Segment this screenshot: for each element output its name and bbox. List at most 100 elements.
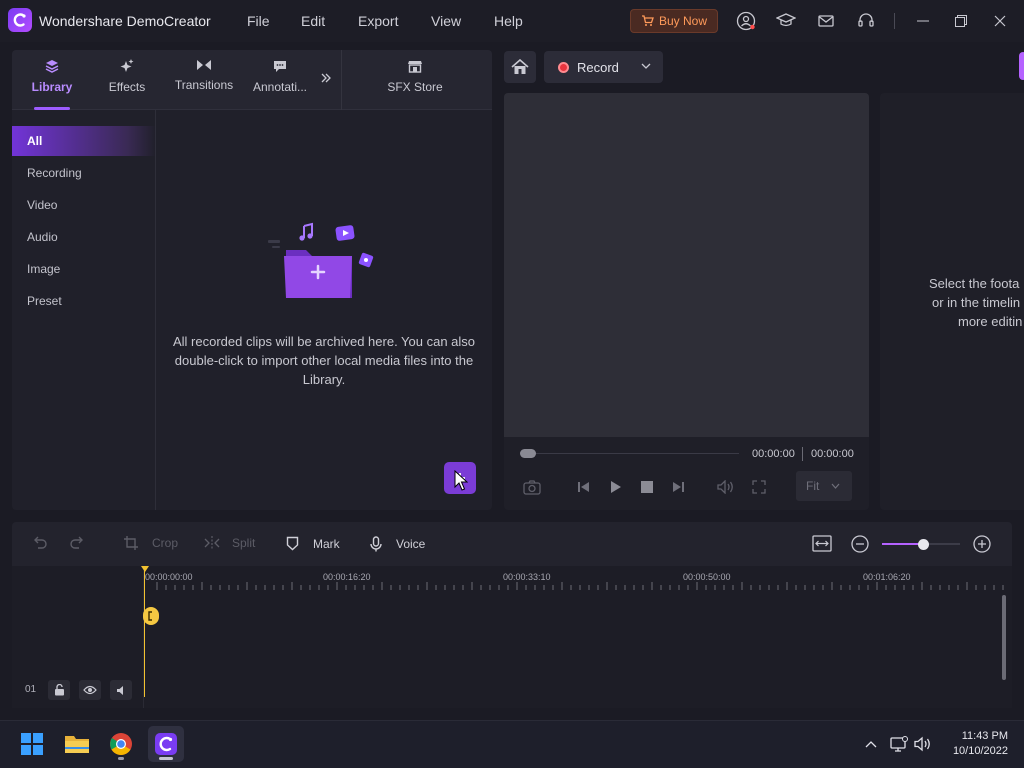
empty-library-message: All recorded clips will be archived here… (172, 334, 476, 387)
voice-label: Voice (396, 537, 426, 551)
zoom-out-icon[interactable] (851, 535, 869, 553)
store-icon (407, 58, 423, 74)
mark-label: Mark (313, 536, 340, 551)
stop-icon[interactable] (637, 478, 657, 496)
fullscreen-icon[interactable] (749, 478, 769, 496)
tab-annotations[interactable]: Annotati... (240, 58, 320, 108)
minimize-icon[interactable] (913, 11, 933, 31)
playhead-top-marker[interactable] (141, 566, 149, 572)
democreator-taskbar-icon[interactable] (148, 726, 184, 762)
menu-edit[interactable]: Edit (301, 13, 325, 29)
fit-timeline-icon[interactable] (812, 535, 832, 552)
time-separator (802, 447, 803, 461)
ruler-label: 00:00:33:10 (503, 572, 551, 582)
export-button-edge[interactable] (1019, 52, 1024, 80)
volume-icon[interactable] (716, 478, 736, 496)
preview-progress-knob[interactable] (520, 449, 536, 458)
sidebar-item-all[interactable]: All (12, 126, 156, 156)
fit-label: Fit (806, 479, 820, 493)
zoom-slider-track[interactable] (924, 543, 960, 545)
graduation-cap-icon[interactable] (776, 11, 796, 31)
restore-icon[interactable] (951, 11, 971, 31)
sfx-separator (341, 50, 342, 110)
record-dot-icon (558, 61, 569, 73)
titlebar-divider (894, 13, 895, 29)
zoom-slider-handle[interactable] (918, 539, 929, 550)
eye-icon (83, 685, 97, 695)
zoom-in-icon[interactable] (973, 535, 991, 553)
tab-library[interactable]: Library (12, 58, 92, 108)
sidebar-item-audio[interactable]: Audio (12, 222, 156, 252)
track-visibility-button[interactable] (79, 680, 101, 700)
sidebar-item-recording[interactable]: Recording (12, 158, 156, 188)
account-icon[interactable] (736, 11, 756, 31)
speaker-icon (116, 685, 127, 696)
zoom-fit-select[interactable]: Fit (796, 471, 852, 501)
menu-export[interactable]: Export (358, 13, 398, 29)
tab-library-label: Library (31, 80, 73, 94)
mail-icon[interactable] (816, 11, 836, 31)
empty-library-folder-icon (264, 220, 382, 302)
tab-annotations-label: Annotati... (252, 80, 308, 94)
ruler-label: 00:00:50:00 (683, 572, 731, 582)
track-lock-button[interactable] (48, 680, 70, 700)
current-time: 00:00:00 (752, 448, 795, 460)
record-button[interactable]: Record (544, 51, 663, 83)
timeline-vertical-scrollbar[interactable] (1002, 595, 1006, 680)
next-frame-icon[interactable] (668, 478, 688, 496)
preview-progress-track[interactable] (534, 453, 739, 454)
running-indicator (118, 757, 124, 760)
support-headset-icon[interactable] (856, 11, 876, 31)
active-indicator (159, 757, 173, 760)
show-hidden-icons-chevron-icon[interactable] (862, 735, 880, 753)
record-label: Record (577, 59, 619, 75)
app-title: Wondershare DemoCreator (39, 13, 211, 29)
close-icon[interactable] (990, 11, 1010, 31)
play-icon[interactable] (606, 478, 626, 496)
tab-effects-label: Effects (108, 80, 146, 94)
menu-help[interactable]: Help (494, 13, 523, 29)
snapshot-camera-icon[interactable] (522, 478, 542, 496)
split-label: Split (232, 536, 256, 550)
sidebar-item-video[interactable]: Video (12, 190, 156, 220)
crop-button[interactable]: Crop (124, 536, 178, 550)
network-icon[interactable] (890, 735, 908, 753)
time-ruler[interactable]: 00:00:00:00 00:00:16:20 00:00:33:10 00:0… (145, 566, 1012, 590)
chevron-down-icon[interactable] (641, 62, 651, 70)
undo-icon[interactable] (32, 536, 47, 550)
preview-canvas[interactable] (504, 93, 869, 437)
shield-mark-icon (286, 536, 299, 551)
windows-start-icon[interactable] (14, 726, 50, 762)
preview-panel: 00:00:00 00:00:00 Fit (504, 93, 869, 510)
crop-label: Crop (152, 536, 179, 550)
split-button[interactable]: Split (204, 536, 255, 550)
track-mute-button[interactable] (110, 680, 132, 700)
chrome-icon[interactable] (103, 726, 139, 762)
voice-button[interactable]: Voice (370, 536, 425, 552)
menu-file[interactable]: File (247, 13, 270, 29)
clock-date: 10/10/2022 (952, 745, 1008, 757)
tab-effects[interactable]: Effects (87, 58, 167, 108)
tab-transitions[interactable]: Transitions (164, 58, 244, 108)
buy-now-button[interactable]: Buy Now (630, 9, 718, 33)
sidebar-item-image[interactable]: Image (12, 254, 156, 284)
more-tabs-chevron-icon[interactable] (320, 72, 332, 84)
system-clock[interactable]: 11:43 PM 10/10/2022 (946, 729, 1008, 759)
menu-view[interactable]: View (431, 13, 461, 29)
playhead-line[interactable] (144, 567, 145, 697)
file-explorer-icon[interactable] (59, 726, 95, 762)
volume-tray-icon[interactable] (914, 735, 932, 753)
timeline[interactable]: 00:00:00:00 00:00:16:20 00:00:33:10 00:0… (12, 566, 1012, 708)
redo-icon[interactable] (70, 536, 85, 550)
properties-hint-line-3: more editin (958, 314, 1023, 329)
mark-button[interactable]: Mark (286, 536, 340, 551)
media-library-panel: Library Effects Transitions Annotati... … (12, 50, 492, 510)
buy-now-label: Buy Now (658, 14, 708, 28)
home-button[interactable] (504, 51, 536, 83)
previous-frame-icon[interactable] (574, 478, 594, 496)
playhead-handle[interactable] (143, 607, 159, 625)
tab-sfx-store[interactable]: SFX Store (375, 58, 455, 108)
layers-icon (44, 58, 60, 74)
properties-hint: Select the foota or in the timelin more … (918, 274, 1024, 331)
sidebar-item-preset[interactable]: Preset (12, 286, 156, 316)
